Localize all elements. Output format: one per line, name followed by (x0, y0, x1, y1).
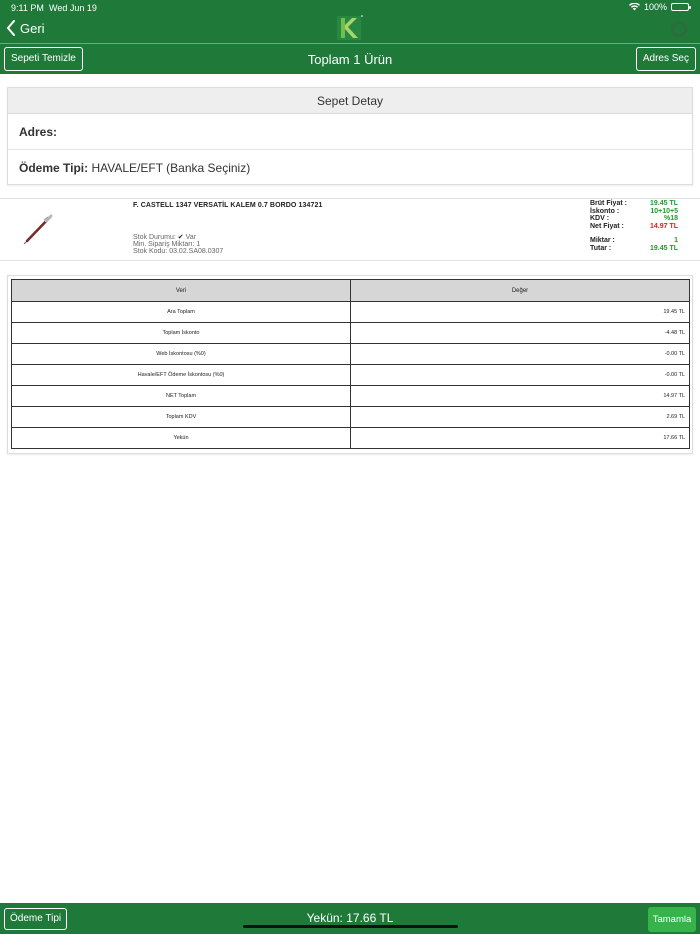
table-row: Yekün 17.66 TL (11, 427, 690, 449)
payment-type-value: HAVALE/EFT (Banka Seçiniz) (91, 161, 251, 175)
min-order-label: Min. Sipariş Miktarı: (133, 241, 195, 248)
payment-type-label: Ödeme Tipi: (19, 161, 89, 175)
net-price-label: Net Fiyat : (590, 222, 624, 230)
row-value: 2.69 TL (350, 406, 690, 428)
row-label: Toplam KDV (11, 406, 351, 428)
payment-type-row[interactable]: Ödeme Tipi: HAVALE/EFT (Banka Seçiniz) (8, 150, 692, 186)
address-row[interactable]: Adres: (8, 114, 692, 150)
bottom-bar: Ödeme Tipi Yekün: 17.66 TL Tamamla (0, 903, 700, 934)
cart-item[interactable]: F. CASTELL 1347 VERSATİL KALEM 0.7 BORDO… (0, 198, 700, 261)
summary-table: Veri Değer Ara Toplam 19.45 TL Toplam İs… (11, 279, 690, 449)
table-row: NET Toplam 14.97 TL (11, 385, 690, 407)
cart-detail-heading: Sepet Detay (8, 88, 692, 114)
product-image (23, 214, 53, 245)
row-label: Toplam İskonto (11, 322, 351, 344)
stock-code-value: 03.02.SA08.0307 (169, 248, 224, 255)
table-row: Toplam KDV 2.69 TL (11, 406, 690, 428)
brand-logo-icon (337, 15, 363, 40)
row-value: 17.66 TL (350, 427, 690, 449)
row-value: -0.00 TL (350, 364, 690, 386)
row-label: Web İskontosu (%0) (11, 343, 351, 365)
battery-icon (671, 3, 691, 11)
quantity-value: 1 (674, 237, 678, 244)
row-value: -0.00 TL (350, 343, 690, 365)
cart-detail-card: Sepet Detay Adres: Ödeme Tipi: HAVALE/EF… (7, 87, 693, 185)
row-label: NET Toplam (11, 385, 351, 407)
table-row: Ara Toplam 19.45 TL (11, 301, 690, 323)
amount-label: Tutar : (590, 244, 612, 252)
price-labels: Brüt Fiyat : İskonto : KDV : Net Fiyat :… (590, 200, 627, 252)
amount-value: 19.45 TL (649, 244, 678, 252)
chevron-left-icon (7, 20, 15, 36)
header-divider (0, 43, 700, 44)
home-indicator[interactable] (243, 925, 458, 928)
wifi-icon (628, 3, 640, 11)
table-row: Havale/EFT Ödeme İskontosu (%0) -0.00 TL (11, 364, 690, 386)
table-row: Toplam İskonto -4.48 TL (11, 322, 690, 344)
top-header: 9:11 PM Wed Jun 19 100% Geri Sepeti Temi… (0, 0, 700, 74)
vat-value: %18 (663, 215, 678, 222)
status-indicators: 100% (628, 2, 691, 12)
summary-header-value: Değer (350, 279, 690, 302)
net-price: 14.97 TL (649, 222, 678, 230)
gross-price-label: Brüt Fiyat : (590, 200, 627, 207)
address-label: Adres: (19, 125, 58, 139)
gross-price: 19.45 TL (649, 200, 678, 207)
min-order-value: 1 (196, 241, 201, 248)
row-value: -4.48 TL (350, 322, 690, 344)
vat-label: KDV : (590, 215, 610, 222)
row-value: 14.97 TL (350, 385, 690, 407)
summary-header-label: Veri (11, 279, 351, 302)
checkmark-icon: ✔ (177, 234, 184, 241)
table-row: Web İskontosu (%0) -0.00 TL (11, 343, 690, 365)
discount-label: İskonto : (590, 207, 620, 215)
status-date: Wed Jun 19 (49, 3, 97, 13)
quantity-label: Miktar : (590, 237, 615, 244)
page-title: Toplam 1 Ürün (307, 52, 393, 67)
discount-value: 10+10+5 (650, 207, 678, 215)
product-name: F. CASTELL 1347 VERSATİL KALEM 0.7 BORDO… (133, 202, 323, 209)
stock-status-label: Stok Durumu: (133, 234, 176, 241)
stock-code-label: Stok Kodu: (133, 248, 168, 255)
complete-button[interactable]: Tamamla (648, 907, 696, 932)
grand-total: Yekün: 17.66 TL (306, 911, 394, 925)
summary-card: Veri Değer Ara Toplam 19.45 TL Toplam İs… (7, 275, 693, 454)
row-label: Yekün (11, 427, 351, 449)
product-meta: Stok Durumu: ✔ Var Min. Sipariş Miktarı:… (133, 234, 223, 255)
back-button[interactable]: Geri (6, 20, 45, 36)
stock-status-value: Var (185, 234, 196, 241)
status-time: 9:11 PM (11, 3, 44, 13)
refresh-icon[interactable] (670, 20, 688, 38)
battery-percent: 100% (643, 2, 667, 12)
row-label: Havale/EFT Ödeme İskontosu (%0) (11, 364, 351, 386)
row-label: Ara Toplam (11, 301, 351, 323)
row-value: 19.45 TL (350, 301, 690, 323)
back-label: Geri (20, 20, 45, 36)
price-values: 19.45 TL 10+10+5 %18 14.97 TL 1 19.45 TL (650, 200, 678, 252)
select-address-button[interactable]: Adres Seç (635, 47, 696, 71)
